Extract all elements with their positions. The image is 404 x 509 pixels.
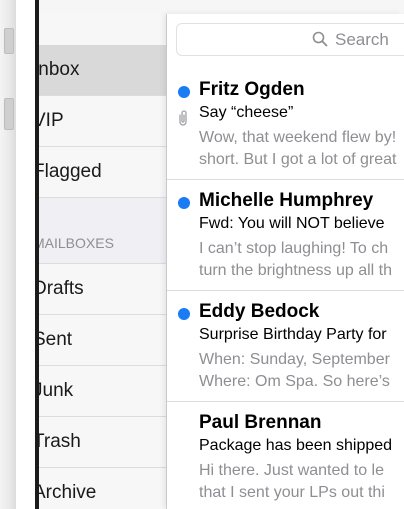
sidebar-item-junk[interactable]: Junk <box>39 366 166 417</box>
message-sender: Fritz Ogden <box>199 79 305 100</box>
preview-line: short. But I got a lot of great <box>199 151 397 168</box>
message-subject: Package has been shipped <box>199 437 393 454</box>
sidebar-item-sent[interactable]: Sent <box>39 315 166 366</box>
status-bar <box>39 0 404 14</box>
message-preview: Hi there. Just wanted to le that I sent … <box>199 460 385 504</box>
volume-up-button <box>4 28 14 54</box>
sidebar-item-trash[interactable]: Trash <box>39 417 166 468</box>
search-placeholder: Search <box>335 30 389 49</box>
search-icon <box>312 31 328 47</box>
mailboxes-section-header: MAILBOXES <box>39 198 166 264</box>
sidebar-item-inbox[interactable]: Inbox <box>39 45 166 96</box>
message-preview: Wow, that weekend flew by! short. But I … <box>199 127 396 171</box>
preview-line: turn the brightness up all th <box>199 262 393 279</box>
sidebar-item-label: Flagged <box>39 161 102 182</box>
sidebar-item-label: Inbox <box>39 59 80 80</box>
search-input[interactable]: Search <box>176 23 404 56</box>
sidebar-item-label: Junk <box>39 380 74 401</box>
preview-line: When: Sunday, September <box>199 351 390 368</box>
volume-down-button <box>4 98 14 130</box>
preview-line: that I sent your LPs out thi <box>199 484 385 501</box>
message-subject: Fwd: You will NOT believe <box>199 215 385 232</box>
message-row[interactable]: Paul Brennan Package has been shipped Hi… <box>167 402 404 509</box>
sidebar-item-flagged[interactable]: Flagged <box>39 147 166 198</box>
sidebar-item-label: Drafts <box>39 278 84 299</box>
message-row[interactable]: Eddy Bedock Surprise Birthday Party for … <box>167 291 404 402</box>
message-subject: Say “cheese” <box>199 104 294 121</box>
message-row[interactable]: Fritz Ogden Say “cheese” Wow, that weeke… <box>167 69 404 180</box>
unread-dot-icon <box>178 86 190 98</box>
message-preview: I can’t stop laughing! To ch turn the br… <box>199 238 392 282</box>
sidebar-item-label: VIP <box>39 110 64 131</box>
section-title: MAILBOXES <box>39 235 114 251</box>
sidebar-item-label: Archive <box>39 482 97 503</box>
sidebar-item-archive[interactable]: Archive <box>39 468 166 509</box>
sidebar-item-drafts[interactable]: Drafts <box>39 264 166 315</box>
message-row[interactable]: Michelle Humphrey Fwd: You will NOT beli… <box>167 180 404 291</box>
mail-app-screen: Inbox VIP Flagged MAILBOXES Drafts Sent … <box>39 0 404 509</box>
mailboxes-sidebar: Inbox VIP Flagged MAILBOXES Drafts Sent … <box>39 14 167 509</box>
preview-line: I can’t stop laughing! To ch <box>199 240 389 257</box>
device-frame <box>0 0 16 509</box>
sidebar-item-vip[interactable]: VIP <box>39 96 166 147</box>
preview-line: Hi there. Just wanted to le <box>199 462 384 479</box>
unread-dot-icon <box>178 308 190 320</box>
sidebar-item-label: Sent <box>39 329 73 350</box>
sidebar-item-label: Trash <box>39 431 81 452</box>
message-sender: Michelle Humphrey <box>199 190 374 211</box>
message-subject: Surprise Birthday Party for <box>199 326 387 343</box>
message-sender: Paul Brennan <box>199 412 322 433</box>
preview-line: Wow, that weekend flew by! <box>199 129 397 146</box>
preview-line: Where: Om Spa. So here’s <box>199 373 390 390</box>
message-sender: Eddy Bedock <box>199 301 320 322</box>
paperclip-icon <box>179 110 187 126</box>
unread-dot-icon <box>178 197 190 209</box>
message-list: Search Fritz Ogden Say “cheese” Wow, tha… <box>167 14 404 509</box>
message-preview: When: Sunday, September Where: Om Spa. S… <box>199 349 390 393</box>
